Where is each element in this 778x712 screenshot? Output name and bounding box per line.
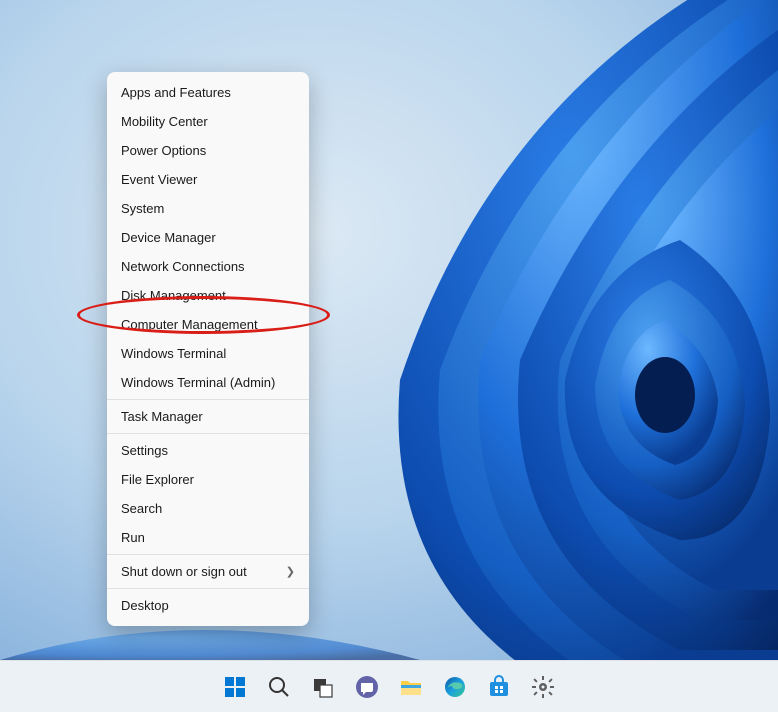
menu-item-label: Mobility Center [121, 114, 208, 129]
menu-item-label: Event Viewer [121, 172, 197, 187]
menu-item-label: Run [121, 530, 145, 545]
menu-item-shut-down-or-sign-out[interactable]: Shut down or sign out ❯ [107, 557, 309, 586]
menu-item-label: Device Manager [121, 230, 216, 245]
winx-context-menu: Apps and Features Mobility Center Power … [107, 72, 309, 626]
search-icon[interactable] [261, 669, 297, 705]
menu-item-event-viewer[interactable]: Event Viewer [107, 165, 309, 194]
chat-icon[interactable] [349, 669, 385, 705]
start-button[interactable] [217, 669, 253, 705]
menu-item-device-manager[interactable]: Device Manager [107, 223, 309, 252]
menu-item-task-manager[interactable]: Task Manager [107, 402, 309, 431]
menu-separator [107, 433, 309, 434]
menu-item-file-explorer[interactable]: File Explorer [107, 465, 309, 494]
menu-item-desktop[interactable]: Desktop [107, 591, 309, 620]
edge-icon[interactable] [437, 669, 473, 705]
menu-separator [107, 554, 309, 555]
menu-item-mobility-center[interactable]: Mobility Center [107, 107, 309, 136]
menu-item-label: Computer Management [121, 317, 258, 332]
menu-item-power-options[interactable]: Power Options [107, 136, 309, 165]
menu-item-label: Settings [121, 443, 168, 458]
menu-item-label: Desktop [121, 598, 169, 613]
menu-item-windows-terminal-admin[interactable]: Windows Terminal (Admin) [107, 368, 309, 397]
menu-item-windows-terminal[interactable]: Windows Terminal [107, 339, 309, 368]
menu-item-search[interactable]: Search [107, 494, 309, 523]
chevron-right-icon: ❯ [286, 565, 295, 578]
menu-item-label: Power Options [121, 143, 206, 158]
store-icon[interactable] [481, 669, 517, 705]
task-view-icon[interactable] [305, 669, 341, 705]
settings-icon[interactable] [525, 669, 561, 705]
menu-item-label: Shut down or sign out [121, 564, 247, 579]
menu-item-system[interactable]: System [107, 194, 309, 223]
menu-item-network-connections[interactable]: Network Connections [107, 252, 309, 281]
menu-item-computer-management[interactable]: Computer Management [107, 310, 309, 339]
menu-item-settings[interactable]: Settings [107, 436, 309, 465]
menu-separator [107, 399, 309, 400]
menu-item-label: Search [121, 501, 162, 516]
menu-item-label: Network Connections [121, 259, 245, 274]
menu-item-run[interactable]: Run [107, 523, 309, 552]
menu-item-label: System [121, 201, 164, 216]
menu-item-label: Windows Terminal [121, 346, 226, 361]
taskbar [0, 660, 778, 712]
menu-item-label: File Explorer [121, 472, 194, 487]
menu-item-label: Task Manager [121, 409, 203, 424]
menu-item-label: Disk Management [121, 288, 226, 303]
menu-item-label: Windows Terminal (Admin) [121, 375, 275, 390]
menu-item-apps-and-features[interactable]: Apps and Features [107, 78, 309, 107]
menu-separator [107, 588, 309, 589]
menu-item-label: Apps and Features [121, 85, 231, 100]
menu-item-disk-management[interactable]: Disk Management [107, 281, 309, 310]
file-explorer-icon[interactable] [393, 669, 429, 705]
